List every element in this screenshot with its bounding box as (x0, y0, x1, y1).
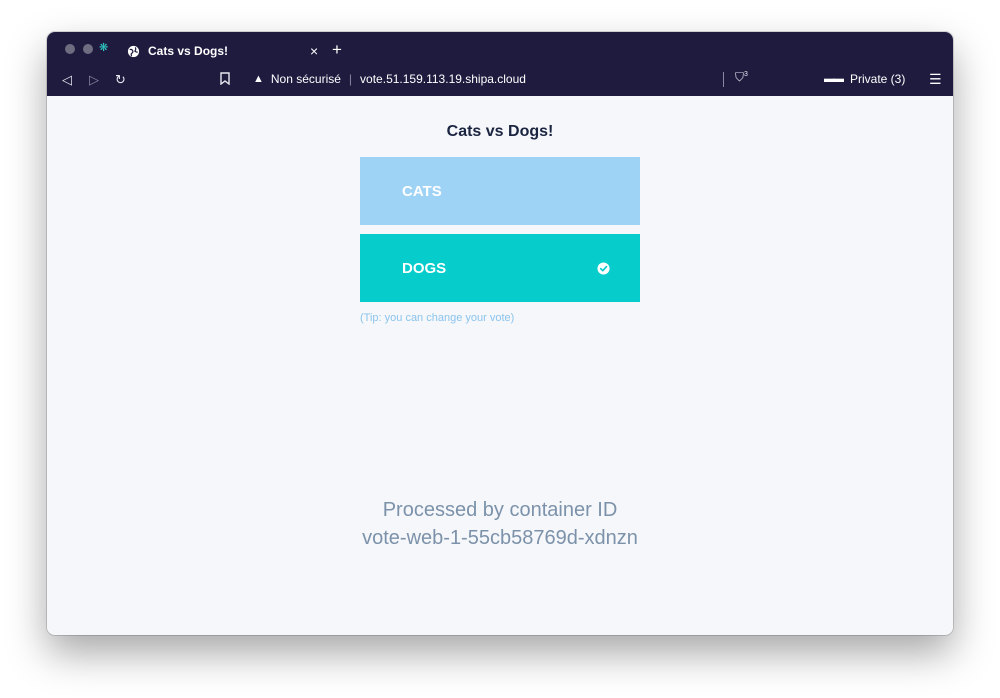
page-content: Cats vs Dogs! CATS DOGS (Tip: you can ch… (47, 96, 953, 635)
new-tab-button[interactable]: + (332, 41, 342, 59)
checkmark-icon (597, 262, 610, 275)
menu-icon[interactable]: ☰ (929, 71, 942, 88)
address-bar[interactable]: ▲ Non sécurisé | vote.51.159.113.19.ship… (253, 70, 526, 88)
private-window-indicator[interactable]: ▬▬ Private (3) (824, 72, 905, 86)
loading-spinner-icon: ❋ (99, 42, 109, 54)
page-title: Cats vs Dogs! (446, 123, 554, 140)
shield-icon[interactable]: ⛉3 (735, 70, 748, 85)
vote-tip: (Tip: you can change your vote) (360, 312, 515, 324)
tab-cats-vs-dogs[interactable]: Cats vs Dogs! (127, 38, 327, 64)
vote-dogs-label: DOGS (402, 259, 447, 277)
globe-icon (127, 45, 140, 57)
security-label: Non sécurisé (270, 72, 341, 86)
back-icon[interactable]: ◁ (62, 72, 72, 88)
url-text[interactable]: vote.51.159.113.19.shipa.cloud (360, 72, 526, 86)
toolbar-divider (723, 72, 724, 87)
vote-cats-button[interactable]: CATS (360, 157, 640, 225)
url-separator: | (348, 72, 353, 86)
tab-close-icon[interactable]: × (310, 43, 318, 59)
warning-icon[interactable]: ▲ (253, 73, 264, 85)
private-glasses-icon: ▬▬ (824, 73, 844, 85)
reload-icon[interactable]: ↻ (115, 72, 126, 88)
window-minimize-dot[interactable] (83, 44, 93, 54)
container-id: vote-web-1-55cb58769d-xdnzn (362, 527, 638, 549)
tab-title: Cats vs Dogs! (148, 44, 229, 58)
bookmark-icon[interactable] (220, 72, 230, 89)
browser-window: ❋ Cats vs Dogs! × + ◁ ▷ ↻ ▲ Non sécurisé… (47, 32, 953, 635)
vote-cats-label: CATS (402, 182, 442, 200)
container-info: Processed by container ID vote-web-1-55c… (47, 496, 953, 552)
private-label: Private (3) (850, 72, 906, 86)
window-close-dot[interactable] (65, 44, 75, 54)
browser-chrome: ❋ Cats vs Dogs! × + ◁ ▷ ↻ ▲ Non sécurisé… (47, 32, 953, 96)
shield-count: 3 (744, 71, 748, 78)
vote-dogs-button[interactable]: DOGS (360, 234, 640, 302)
processed-label: Processed by container ID (382, 499, 618, 521)
forward-icon[interactable]: ▷ (89, 72, 99, 88)
